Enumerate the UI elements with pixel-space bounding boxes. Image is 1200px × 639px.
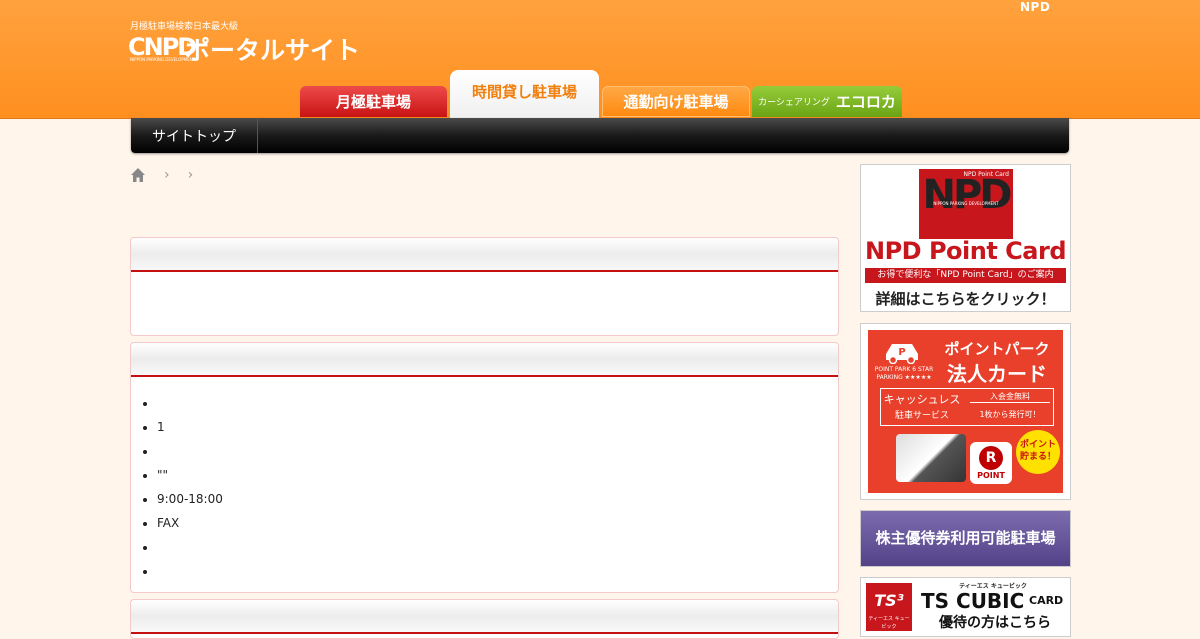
details-list: 1 "" 9:00-18:00 FAX bbox=[131, 377, 838, 583]
npd-point-card-banner[interactable]: NPD NPD Point Card NIPPON PARKING DEVELO… bbox=[860, 164, 1071, 312]
npd-company: NIPPON PARKING DEVELOPMENT bbox=[933, 201, 999, 206]
list-item: 9:00-18:00 bbox=[157, 487, 838, 511]
npd-click-text: 詳細はこちらをクリック！ bbox=[875, 290, 1056, 308]
point-park-title: ポイントパーク bbox=[944, 340, 1050, 358]
stockholder-label: 株主優待券利用可能駐車場 bbox=[861, 511, 1070, 566]
tab-monthly-parking[interactable]: 月極駐車場 bbox=[300, 86, 447, 117]
ts-cubic-title: TS CUBIC bbox=[921, 589, 1025, 613]
tab-carsharing-ecoloca[interactable]: カーシェアリング エコロカ bbox=[752, 86, 902, 117]
npd-mini-label: NPD Point Card bbox=[963, 171, 1009, 178]
tab-label: 時間貸し駐車場 bbox=[471, 82, 577, 101]
tab-commute-parking[interactable]: 通勤向け駐車場 bbox=[602, 86, 750, 117]
breadcrumb: › › bbox=[130, 166, 193, 184]
site-header: NPD 月極駐車場検索日本最大級 CNPD NIPPON PARKING DEV… bbox=[0, 0, 1200, 119]
nav-site-top[interactable]: サイトトップ bbox=[131, 118, 258, 153]
portal-site-title[interactable]: ポータルサイト bbox=[185, 31, 360, 67]
breadcrumb-separator: › bbox=[164, 167, 170, 183]
content-panel-details: 1 "" 9:00-18:00 FAX bbox=[130, 342, 839, 593]
npd-card-title: NPD Point Card bbox=[865, 237, 1067, 265]
corporate-card-title: 法人カード bbox=[947, 362, 1047, 386]
content-panel-1 bbox=[130, 237, 839, 336]
list-item bbox=[157, 391, 838, 415]
main-nav-bar: サイトトップ bbox=[131, 118, 1069, 153]
list-item bbox=[157, 439, 838, 463]
ts-cubic-card-banner[interactable]: TS³ ティーエス キュービック ティーエス キュービック TS CUBIC C… bbox=[860, 577, 1071, 637]
panel-header bbox=[131, 343, 838, 377]
breadcrumb-separator: › bbox=[187, 167, 194, 183]
point-park-image: P POINT PARK 6 STAR PARKING ★★★★★ ポイントパー… bbox=[868, 330, 1063, 493]
ts-cubic-image: TS³ ティーエス キュービック ティーエス キュービック TS CUBIC C… bbox=[861, 578, 1070, 636]
tab-prefix: カーシェアリング bbox=[758, 98, 830, 108]
rakuten-point-logo: R POINT bbox=[970, 442, 1012, 484]
stockholder-parking-banner[interactable]: 株主優待券利用可能駐車場 bbox=[860, 510, 1071, 567]
one-card-label: 1枚から発行可！ bbox=[979, 410, 1041, 419]
free-fee-label: 入会金無料 bbox=[970, 391, 1050, 403]
cashless-label: キャッシュレス bbox=[883, 393, 961, 406]
tab-label: エコロカ bbox=[835, 93, 896, 111]
list-item: FAX bbox=[157, 511, 838, 535]
rakuten-r-icon: R bbox=[979, 446, 1003, 470]
ts-cubic-subtitle: 優待の方はこちら bbox=[939, 615, 1051, 631]
parking-car-icon: P bbox=[882, 340, 922, 365]
list-item bbox=[157, 535, 838, 559]
list-item: 1 bbox=[157, 415, 838, 439]
content-panel-3 bbox=[130, 599, 839, 639]
panel-header bbox=[131, 600, 838, 634]
npd-corner-label: NPD bbox=[1020, 0, 1051, 14]
home-icon[interactable] bbox=[130, 167, 146, 183]
point-park-corporate-card-banner[interactable]: P POINT PARK 6 STAR PARKING ★★★★★ ポイントパー… bbox=[860, 323, 1071, 500]
list-item bbox=[157, 559, 838, 583]
list-item: "" bbox=[157, 463, 838, 487]
tab-label: 通勤向け駐車場 bbox=[623, 93, 729, 111]
npd-card-strip: お得で便利な「NPD Point Card」のご案内 bbox=[865, 268, 1066, 283]
npd-card-image: NPD NPD Point Card NIPPON PARKING DEVELO… bbox=[863, 167, 1068, 309]
ts-logo-text: TS³ bbox=[874, 591, 904, 610]
tab-label: 月極駐車場 bbox=[335, 93, 411, 111]
svg-text:P: P bbox=[898, 347, 905, 358]
panel-header bbox=[131, 238, 838, 272]
card-image bbox=[896, 434, 966, 482]
point-park-brand: POINT PARK 6 STAR PARKING ★★★★★ bbox=[874, 366, 934, 381]
ts-card-label: CARD bbox=[1029, 594, 1064, 607]
tab-hourly-parking[interactable]: 時間貸し駐車場 bbox=[450, 70, 599, 118]
point-label: POINT bbox=[977, 471, 1005, 480]
ts-logo-kana: ティーエス キュービック bbox=[868, 616, 910, 630]
ts-cubic-logo: TS³ ティーエス キュービック bbox=[866, 583, 912, 631]
parking-service-label: 駐車サービス bbox=[894, 411, 949, 421]
points-burst-badge: ポイント 貯まる！ bbox=[1016, 430, 1060, 474]
